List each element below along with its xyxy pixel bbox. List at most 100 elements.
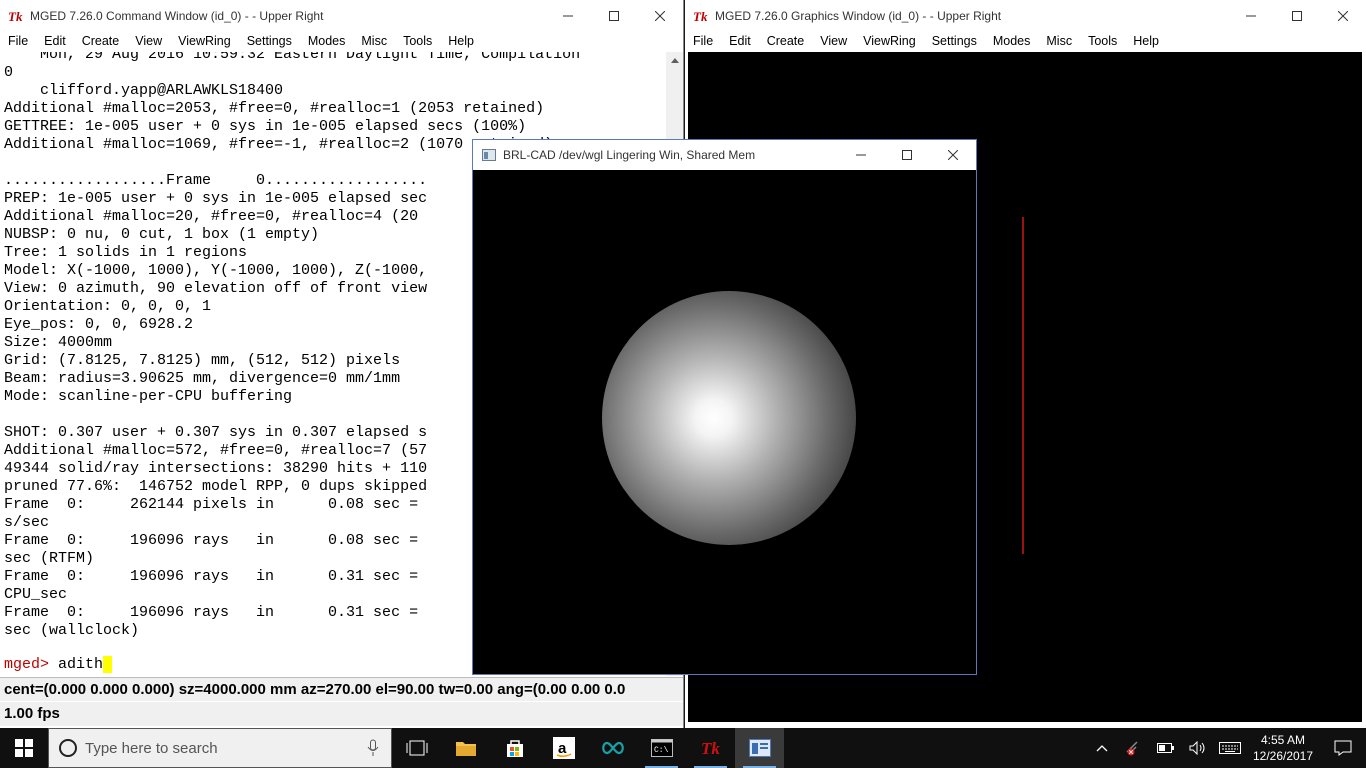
close-button[interactable] — [1320, 0, 1366, 32]
windows-taskbar: Type here to search a C:\ Tk 4:55 AM 12/… — [0, 728, 1366, 768]
close-button[interactable] — [930, 140, 976, 171]
task-view-button[interactable] — [392, 728, 441, 768]
svg-text:a: a — [558, 740, 567, 757]
framebuffer-titlebar[interactable]: BRL-CAD /dev/wgl Lingering Win, Shared M… — [473, 140, 976, 170]
network-status-button[interactable] — [1118, 728, 1150, 768]
clock-time: 4:55 AM — [1260, 733, 1306, 747]
network-disconnected-icon — [1126, 741, 1138, 756]
console-line: Additional #malloc=2053, #free=0, #reall… — [4, 100, 545, 117]
menu-modes[interactable]: Modes — [985, 34, 1039, 48]
svg-text:C:\: C:\ — [654, 746, 669, 755]
menu-edit[interactable]: Edit — [721, 34, 759, 48]
task-view-icon — [406, 740, 427, 756]
minimize-icon — [856, 154, 866, 156]
taskbar-clock[interactable]: 4:55 AM 12/26/2017 — [1246, 732, 1320, 764]
start-button[interactable] — [0, 728, 48, 768]
menu-tools[interactable]: Tools — [395, 34, 440, 48]
menu-tools[interactable]: Tools — [1080, 34, 1125, 48]
close-icon — [948, 150, 958, 160]
menu-viewring[interactable]: ViewRing — [855, 34, 924, 48]
minimize-button[interactable] — [838, 140, 884, 171]
store-button[interactable] — [490, 728, 539, 768]
system-tray: 4:55 AM 12/26/2017 — [1086, 728, 1366, 768]
touch-keyboard-button[interactable] — [1214, 728, 1246, 768]
svg-text:Tk: Tk — [8, 9, 23, 23]
menu-viewring[interactable]: ViewRing — [170, 34, 239, 48]
console-line: GETTREE: 1e-005 user + 0 sys in 1e-005 e… — [4, 118, 527, 135]
command-window-titlebar[interactable]: Tk MGED 7.26.0 Command Window (id_0) - -… — [0, 0, 683, 32]
menu-help[interactable]: Help — [1125, 34, 1167, 48]
close-icon — [655, 11, 665, 21]
command-menubar: File Edit Create View ViewRing Settings … — [0, 32, 683, 50]
command-prompt-button[interactable]: C:\ — [637, 728, 686, 768]
menu-misc[interactable]: Misc — [1038, 34, 1080, 48]
maximize-icon — [1292, 11, 1302, 21]
text-cursor — [103, 656, 113, 673]
menu-help[interactable]: Help — [440, 34, 482, 48]
app-window-icon — [481, 147, 497, 163]
scroll-thumb[interactable] — [669, 70, 680, 80]
store-bag-icon — [506, 740, 523, 757]
menu-settings[interactable]: Settings — [239, 34, 300, 48]
battery-icon — [1157, 743, 1174, 753]
app-window-icon — [748, 739, 771, 757]
clock-date: 12/26/2017 — [1252, 749, 1314, 763]
menu-settings[interactable]: Settings — [924, 34, 985, 48]
action-center-button[interactable] — [1320, 728, 1366, 768]
terminal-icon: C:\ — [650, 739, 673, 757]
svg-text:Tk: Tk — [701, 739, 720, 757]
minimize-icon — [563, 15, 573, 17]
menu-misc[interactable]: Misc — [353, 34, 395, 48]
close-icon — [1338, 11, 1348, 21]
arduino-button[interactable] — [588, 728, 637, 768]
command-window-title: MGED 7.26.0 Command Window (id_0) - - Up… — [30, 9, 324, 23]
menu-create[interactable]: Create — [759, 34, 813, 48]
svg-text:Tk: Tk — [693, 9, 708, 23]
brlcad-taskbar-button[interactable] — [735, 728, 784, 768]
menu-create[interactable]: Create — [74, 34, 128, 48]
menu-file[interactable]: File — [685, 34, 721, 48]
menu-modes[interactable]: Modes — [300, 34, 354, 48]
maximize-button[interactable] — [884, 140, 930, 171]
menu-file[interactable]: File — [0, 34, 36, 48]
search-placeholder: Type here to search — [85, 739, 218, 757]
tk-feather-icon: Tk — [701, 739, 720, 757]
volume-button[interactable] — [1182, 728, 1214, 768]
amazon-icon: a — [552, 737, 575, 759]
chevron-up-icon — [1096, 745, 1108, 752]
command-prompt[interactable]: mged> adith — [4, 656, 113, 674]
graphics-window-titlebar[interactable]: Tk MGED 7.26.0 Graphics Window (id_0) - … — [685, 0, 1366, 32]
microphone-icon — [367, 739, 379, 756]
scroll-up-arrow-icon[interactable] — [666, 52, 683, 68]
framebuffer-title: BRL-CAD /dev/wgl Lingering Win, Shared M… — [503, 148, 756, 162]
maximize-icon — [609, 11, 619, 21]
windows-logo-icon — [15, 739, 33, 757]
view-status-line: cent=(0.000 0.000 0.000) sz=4000.000 mm … — [0, 677, 683, 701]
tk-feather-icon: Tk — [693, 8, 709, 24]
console-line: clifford.yapp@ARLAWKLS18400 — [4, 82, 284, 99]
maximize-button[interactable] — [591, 0, 637, 32]
infinity-icon — [601, 741, 624, 755]
mged-taskbar-button[interactable]: Tk — [686, 728, 735, 768]
minimize-button[interactable] — [545, 0, 591, 32]
show-hidden-icons-button[interactable] — [1086, 728, 1118, 768]
graphics-menubar: File Edit Create View ViewRing Settings … — [685, 32, 1366, 50]
maximize-icon — [902, 150, 912, 160]
minimize-button[interactable] — [1228, 0, 1274, 32]
speaker-icon — [1189, 741, 1205, 755]
menu-view[interactable]: View — [127, 34, 170, 48]
brlcad-framebuffer-window: BRL-CAD /dev/wgl Lingering Win, Shared M… — [472, 139, 977, 675]
file-explorer-button[interactable] — [441, 728, 490, 768]
battery-button[interactable] — [1150, 728, 1182, 768]
minimize-icon — [1246, 15, 1256, 17]
menu-edit[interactable]: Edit — [36, 34, 74, 48]
folder-icon — [455, 742, 476, 756]
maximize-button[interactable] — [1274, 0, 1320, 32]
taskbar-search-box[interactable]: Type here to search — [48, 728, 392, 768]
command-input[interactable]: adith — [49, 656, 103, 673]
menu-view[interactable]: View — [812, 34, 855, 48]
close-button[interactable] — [637, 0, 683, 32]
graphics-window-title: MGED 7.26.0 Graphics Window (id_0) - - U… — [715, 9, 1002, 23]
amazon-button[interactable]: a — [539, 728, 588, 768]
console-line: Mon, 29 Aug 2016 10:59:32 Eastern Daylig… — [4, 52, 581, 63]
